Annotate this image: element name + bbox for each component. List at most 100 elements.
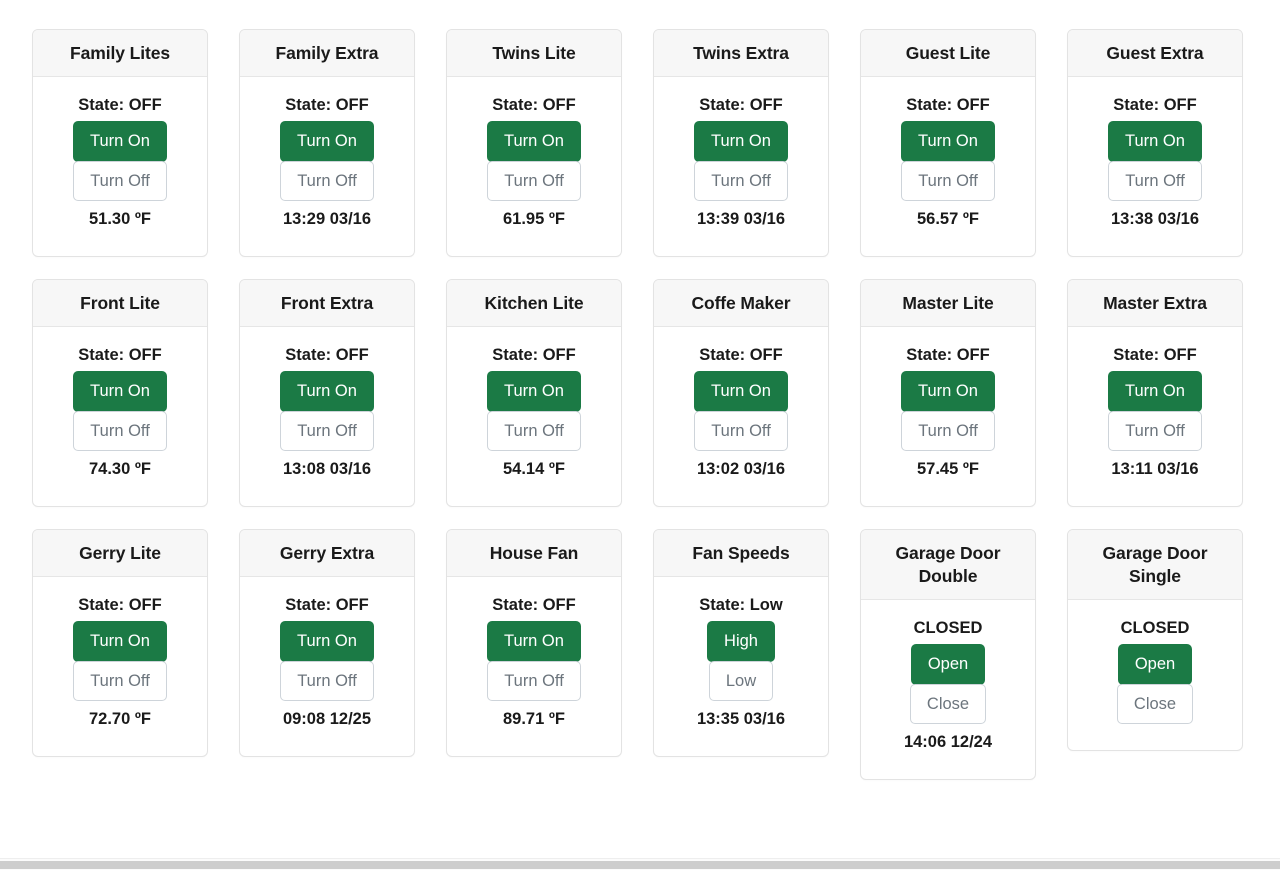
primary-action-button[interactable]: Turn On <box>280 121 374 162</box>
card-body: State: OFF Turn OnTurn Off 74.30 ºF <box>33 327 207 506</box>
device-reading: 13:35 03/16 <box>697 709 785 730</box>
secondary-action-button[interactable]: Turn Off <box>694 161 788 202</box>
card-body: State: OFFTurn OnTurn Off13:39 03/16 <box>654 77 828 256</box>
primary-action-button[interactable]: Turn On <box>487 371 581 412</box>
secondary-action-button[interactable]: Turn Off <box>694 411 788 452</box>
card-header: Master Lite <box>861 280 1035 327</box>
card-header: Garage Door Single <box>1068 530 1242 600</box>
secondary-action-button[interactable]: Turn Off <box>1108 411 1202 452</box>
card-body: State: OFFTurn OnTurn Off13:08 03/16 <box>240 327 414 506</box>
primary-action-button[interactable]: Turn On <box>901 121 995 162</box>
card-header: Gerry Extra <box>240 530 414 577</box>
device-reading: 13:11 03/16 <box>1111 459 1198 480</box>
card-header: Family Extra <box>240 30 414 77</box>
device-card-family-extra: Family ExtraState: OFFTurn OnTurn Off13:… <box>239 29 415 257</box>
device-card-twins-lite: Twins LiteState: OFFTurn OnTurn Off61.95… <box>446 29 622 257</box>
device-status-text: State: OFF <box>78 345 161 366</box>
horizontal-scrollbar[interactable] <box>0 858 1280 870</box>
secondary-action-button[interactable]: Low <box>709 661 773 702</box>
card-body: State: OFF Turn OnTurn Off 13:38 03/16 <box>1068 77 1242 256</box>
primary-action-button[interactable]: Turn On <box>1108 121 1202 162</box>
card-title: Fan Speeds <box>662 542 820 565</box>
device-card-fan-speeds: Fan Speeds State: Low HighLow 13:35 03/16 <box>653 529 829 757</box>
device-status-text: State: OFF <box>699 95 782 116</box>
device-status-text: CLOSED <box>1121 618 1190 639</box>
secondary-action-button[interactable]: Turn Off <box>901 161 995 202</box>
primary-action-button[interactable]: Turn On <box>73 621 167 662</box>
secondary-action-button[interactable]: Turn Off <box>73 161 167 202</box>
primary-action-button[interactable]: High <box>707 621 775 662</box>
primary-action-button[interactable]: Turn On <box>1108 371 1202 412</box>
secondary-action-button[interactable]: Close <box>1117 684 1193 725</box>
device-card-house-fan: House FanState: OFFTurn OnTurn Off89.71 … <box>446 529 622 757</box>
device-reading: 13:08 03/16 <box>283 459 371 480</box>
card-title: Garage Door Single <box>1076 542 1234 588</box>
card-body: CLOSED OpenClose 14:06 12/24 <box>861 600 1035 779</box>
device-status-text: State: OFF <box>492 595 575 616</box>
card-title: Front Lite <box>41 292 199 315</box>
card-body: State: OFFTurn OnTurn Off54.14 ºF <box>447 327 621 506</box>
card-body: State: OFFTurn OnTurn Off13:11 03/16 <box>1068 327 1242 506</box>
device-card-gerry-extra: Gerry Extra State: OFF Turn OnTurn Off 09:0… <box>239 529 415 757</box>
card-title: Gerry Lite <box>41 542 199 565</box>
primary-action-button[interactable]: Turn On <box>694 121 788 162</box>
card-title: Guest Extra <box>1076 42 1234 65</box>
primary-action-button[interactable]: Open <box>1118 644 1192 685</box>
device-card-grid: Family LitesState: OFFTurn OnTurn Off51.… <box>0 29 1280 780</box>
card-header: Twins Extra <box>654 30 828 77</box>
device-status-text: State: OFF <box>285 595 368 616</box>
card-title: Family Lites <box>41 42 199 65</box>
device-reading: 09:08 12/25 <box>283 709 371 730</box>
card-title: House Fan <box>455 542 613 565</box>
primary-action-button[interactable]: Turn On <box>901 371 995 412</box>
device-status-text: CLOSED <box>914 618 983 639</box>
secondary-action-button[interactable]: Close <box>910 684 986 725</box>
card-title: Garage Door Double <box>869 542 1027 588</box>
primary-action-button[interactable]: Turn On <box>487 121 581 162</box>
card-header: Garage Door Double <box>861 530 1035 600</box>
device-reading: 74.30 ºF <box>89 459 151 480</box>
secondary-action-button[interactable]: Turn Off <box>487 161 581 202</box>
device-reading: 56.57 ºF <box>917 209 979 230</box>
device-reading: 61.95 ºF <box>503 209 565 230</box>
device-card-master-extra: Master ExtraState: OFFTurn OnTurn Off13:… <box>1067 279 1243 507</box>
device-status-text: State: Low <box>699 595 782 616</box>
device-status-text: State: OFF <box>78 595 161 616</box>
primary-action-button[interactable]: Turn On <box>487 621 581 662</box>
secondary-action-button[interactable]: Turn Off <box>73 411 167 452</box>
secondary-action-button[interactable]: Turn Off <box>73 661 167 702</box>
secondary-action-button[interactable]: Turn Off <box>901 411 995 452</box>
secondary-action-button[interactable]: Turn Off <box>280 661 374 702</box>
card-header: Front Extra <box>240 280 414 327</box>
device-reading: 13:02 03/16 <box>697 459 785 480</box>
secondary-action-button[interactable]: Turn Off <box>1108 161 1202 202</box>
card-title: Master Extra <box>1076 292 1234 315</box>
secondary-action-button[interactable]: Turn Off <box>280 411 374 452</box>
secondary-action-button[interactable]: Turn Off <box>487 661 581 702</box>
card-header: Family Lites <box>33 30 207 77</box>
device-reading: 13:38 03/16 <box>1111 209 1199 230</box>
secondary-action-button[interactable]: Turn Off <box>280 161 374 202</box>
secondary-action-button[interactable]: Turn Off <box>487 411 581 452</box>
primary-action-button[interactable]: Turn On <box>73 371 167 412</box>
primary-action-button[interactable]: Turn On <box>73 121 167 162</box>
primary-action-button[interactable]: Turn On <box>694 371 788 412</box>
device-status-text: State: OFF <box>285 95 368 116</box>
device-status-text: State: OFF <box>699 345 782 366</box>
device-reading: 14:06 12/24 <box>904 732 992 753</box>
device-reading: 54.14 ºF <box>503 459 565 480</box>
card-body: State: OFFTurn OnTurn Off13:29 03/16 <box>240 77 414 256</box>
device-status-text: State: OFF <box>906 95 989 116</box>
device-card-master-lite: Master LiteState: OFFTurn OnTurn Off57.4… <box>860 279 1036 507</box>
card-header: Kitchen Lite <box>447 280 621 327</box>
primary-action-button[interactable]: Turn On <box>280 371 374 412</box>
device-status-text: State: OFF <box>906 345 989 366</box>
primary-action-button[interactable]: Open <box>911 644 985 685</box>
card-header: Master Extra <box>1068 280 1242 327</box>
horizontal-scrollbar-thumb[interactable] <box>0 861 1280 869</box>
card-header: Guest Extra <box>1068 30 1242 77</box>
device-status-text: State: OFF <box>1113 95 1196 116</box>
card-body: State: OFF Turn OnTurn Off 09:08 12/25 <box>240 577 414 756</box>
primary-action-button[interactable]: Turn On <box>280 621 374 662</box>
device-card-guest-extra: Guest Extra State: OFF Turn OnTurn Off 13:3… <box>1067 29 1243 257</box>
